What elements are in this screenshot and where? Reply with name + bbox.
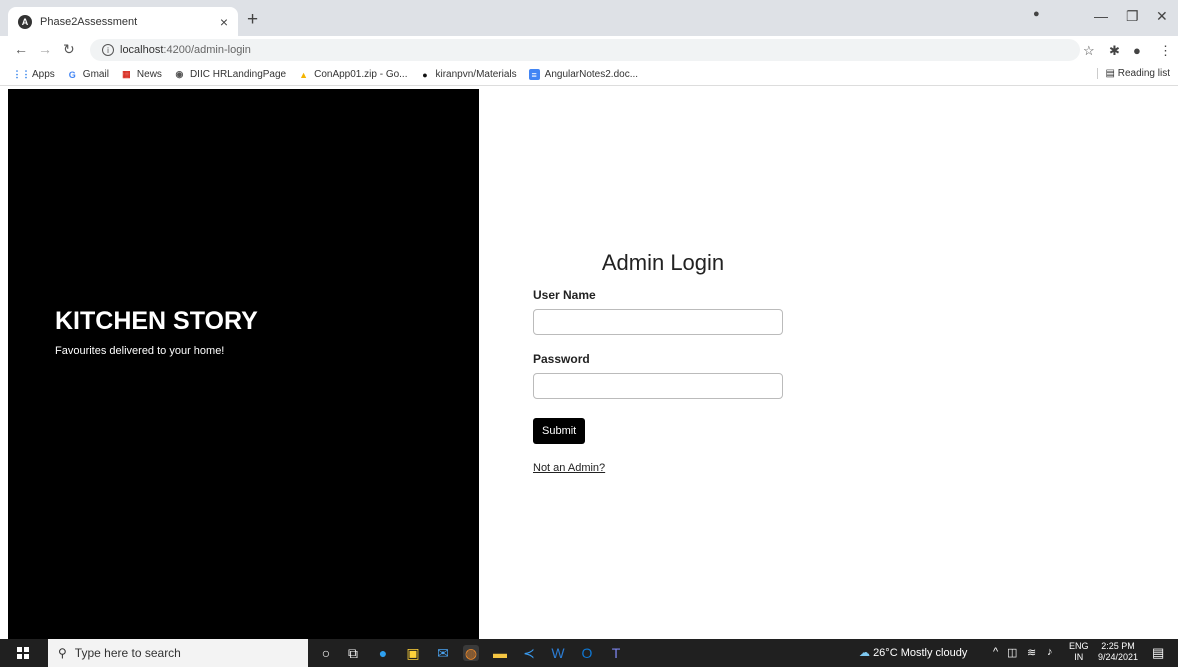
tab-title: Phase2Assessment: [40, 15, 138, 28]
clock-date: 9/24/2021: [1098, 652, 1139, 662]
weather-widget[interactable]: ☁ 26°C Mostly cloudy: [859, 646, 967, 659]
reading-list-label: Reading list: [1117, 68, 1170, 79]
tray-chevron-icon[interactable]: ^: [993, 646, 998, 658]
address-toolbar: ← → ↻ i localhost :4200/admin-login ☆ ✱ …: [0, 36, 1178, 64]
reload-icon[interactable]: ↻: [63, 41, 75, 58]
bookmark-label: ConApp01.zip - Go...: [314, 69, 408, 80]
windows-start-icon[interactable]: [17, 647, 29, 659]
bookmark-conapp[interactable]: ▲ ConApp01.zip - Go...: [298, 69, 407, 80]
docs-icon: ≡: [528, 69, 540, 80]
bookmark-star-icon[interactable]: ☆: [1083, 43, 1095, 59]
cloud-icon: ☁: [859, 647, 874, 659]
taskbar-search[interactable]: ⚲ Type here to search: [48, 639, 308, 667]
chrome-icon[interactable]: ◍: [463, 645, 479, 661]
site-info-icon[interactable]: i: [102, 44, 114, 56]
apps-grid-icon: ⋮⋮: [12, 69, 31, 79]
taskbar-clock[interactable]: 2:25 PM 9/24/2021: [1098, 641, 1138, 663]
notifications-icon[interactable]: ▤: [1152, 645, 1164, 661]
browser-tab[interactable]: A Phase2Assessment ×: [8, 7, 238, 36]
lang-region: IN: [1074, 652, 1084, 662]
edge-icon[interactable]: ●: [375, 645, 391, 661]
bookmark-apps[interactable]: ⋮⋮ Apps: [12, 69, 55, 80]
github-icon: ●: [422, 69, 428, 80]
lang-code: ENG: [1069, 641, 1089, 651]
extensions-icon[interactable]: ✱: [1109, 43, 1120, 59]
news-icon: ▦: [122, 69, 131, 79]
minimize-icon[interactable]: —: [1094, 8, 1108, 24]
cortana-icon[interactable]: ○: [318, 645, 334, 661]
brand-tagline: Favourites delivered to your home!: [55, 345, 225, 357]
network-icon[interactable]: ◫: [1007, 646, 1017, 659]
bookmark-gmail[interactable]: G Gmail: [67, 69, 109, 80]
menu-kebab-icon[interactable]: ⋮: [1159, 43, 1172, 59]
url-path: :4200/admin-login: [163, 44, 251, 56]
bookmark-label: kiranpvn/Materials: [435, 69, 517, 80]
teams-icon[interactable]: T: [608, 645, 624, 661]
bookmark-diic[interactable]: ◉ DIIC HRLandingPage: [174, 69, 287, 80]
restore-icon[interactable]: ❐: [1126, 8, 1139, 25]
mail-icon[interactable]: ✉: [435, 645, 451, 661]
brand-title: KITCHEN STORY: [55, 307, 258, 335]
forward-icon[interactable]: →: [38, 41, 52, 57]
vscode-icon[interactable]: ≺: [521, 645, 537, 661]
angular-favicon-icon: A: [18, 14, 32, 29]
outlook-icon[interactable]: O: [579, 645, 595, 661]
store-icon[interactable]: ▣: [405, 645, 421, 661]
bookmark-github[interactable]: ● kiranpvn/Materials: [420, 69, 517, 80]
window-close-icon[interactable]: ✕: [1156, 8, 1168, 25]
password-label: Password: [533, 352, 590, 366]
globe-icon: ◉: [175, 69, 184, 79]
submit-button[interactable]: Submit: [533, 418, 586, 444]
language-indicator[interactable]: ENG IN: [1069, 641, 1089, 663]
google-icon: G: [68, 69, 76, 80]
search-icon: ⚲: [58, 646, 67, 660]
reading-list-button[interactable]: ▤ Reading list: [1096, 68, 1170, 79]
bookmark-label: Gmail: [82, 69, 109, 80]
browser-tab-strip: A Phase2Assessment × + ● — ❐ ✕: [0, 0, 1178, 36]
password-field[interactable]: [533, 373, 783, 399]
not-admin-link[interactable]: Not an Admin?: [533, 462, 793, 474]
reading-list-icon: ▤: [1105, 68, 1118, 79]
back-icon[interactable]: ←: [14, 41, 28, 57]
url-host: localhost: [120, 44, 164, 56]
file-explorer-icon[interactable]: ▬: [492, 645, 508, 661]
word-icon[interactable]: W: [550, 645, 566, 661]
new-tab-button[interactable]: +: [247, 9, 258, 31]
hero-panel: KITCHEN STORY Favourites delivered to yo…: [8, 89, 479, 639]
bookmark-label: Apps: [32, 69, 55, 80]
bookmarks-bar: ⋮⋮ Apps G Gmail ▦ News ◉ DIIC HRLandingP…: [0, 64, 1178, 86]
search-placeholder: Type here to search: [74, 646, 181, 660]
drive-icon: ▲: [299, 69, 309, 80]
bookmark-angular-notes[interactable]: ≡ AngularNotes2.doc...: [528, 69, 639, 80]
wifi-icon[interactable]: ≋: [1027, 646, 1036, 659]
windows-taskbar: ⚲ Type here to search ○ ⧉ ● ▣ ✉ ◍ ▬ ≺ W …: [0, 639, 1178, 667]
admin-login-form: Admin Login User Name Password Submit No…: [533, 250, 793, 474]
task-view-icon[interactable]: ⧉: [345, 645, 361, 661]
profile-indicator-icon[interactable]: ●: [1033, 8, 1040, 20]
page-title: Admin Login: [601, 250, 725, 275]
bookmark-news[interactable]: ▦ News: [121, 69, 162, 80]
username-label: User Name: [533, 288, 596, 302]
bookmark-label: AngularNotes2.doc...: [544, 69, 639, 80]
clock-time: 2:25 PM: [1101, 641, 1135, 651]
tab-close-icon[interactable]: ×: [220, 14, 228, 30]
username-field[interactable]: [533, 309, 783, 335]
bookmark-label: News: [136, 69, 162, 80]
profile-avatar-icon[interactable]: ●: [1133, 43, 1141, 58]
bookmark-label: DIIC HRLandingPage: [189, 69, 287, 80]
weather-text: 26°C Mostly cloudy: [873, 647, 968, 659]
volume-icon[interactable]: ♪: [1047, 646, 1053, 658]
address-bar[interactable]: i localhost :4200/admin-login: [90, 39, 1080, 61]
